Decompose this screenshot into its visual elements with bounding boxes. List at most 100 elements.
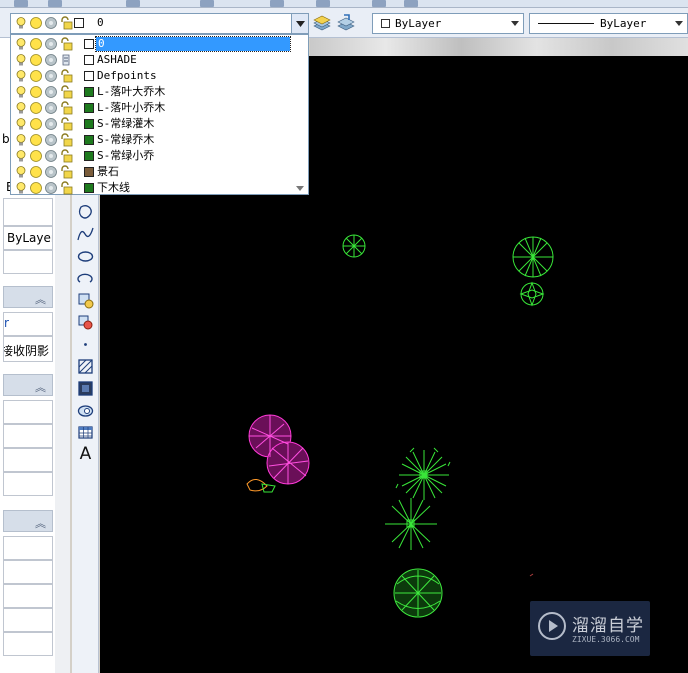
layer-color-swatch[interactable] xyxy=(84,39,94,49)
scrollbar[interactable] xyxy=(293,35,308,194)
toolbar-button[interactable] xyxy=(372,0,386,7)
property-row[interactable] xyxy=(3,448,53,472)
ellipse-icon[interactable] xyxy=(76,247,95,266)
sun-icon[interactable] xyxy=(29,165,43,179)
property-row[interactable] xyxy=(3,424,53,448)
property-row-shadow[interactable]: 接收阴影 xyxy=(3,336,53,362)
lock-icon[interactable] xyxy=(59,117,73,131)
layer-list-item[interactable]: L-落叶大乔木 xyxy=(11,84,293,100)
layer-list-item[interactable]: S-常绿小乔 xyxy=(11,148,293,164)
gradient-icon[interactable] xyxy=(76,379,95,398)
sun-icon[interactable] xyxy=(29,181,43,195)
sun-icon[interactable] xyxy=(29,69,43,83)
table-icon[interactable] xyxy=(76,423,95,442)
lock-icon[interactable] xyxy=(59,69,73,83)
collapse-chevron-icon[interactable]: ︽ xyxy=(35,291,46,307)
sun-icon[interactable] xyxy=(29,37,43,51)
color-dropdown[interactable]: ByLayer xyxy=(372,13,524,34)
layer-list-item[interactable]: S-常绿灌木 xyxy=(11,116,293,132)
region-icon[interactable] xyxy=(76,203,95,222)
property-row[interactable] xyxy=(3,250,53,274)
property-row[interactable]: r xyxy=(3,312,53,336)
layer-list-item[interactable]: S-常绿乔木 xyxy=(11,132,293,148)
lightbulb-icon[interactable] xyxy=(14,181,28,195)
section-header-misc[interactable]: ︽ xyxy=(3,510,53,532)
layer-color-swatch[interactable] xyxy=(84,135,94,145)
make-current-layer-icon[interactable] xyxy=(312,13,332,33)
toolbar-button[interactable] xyxy=(270,0,284,7)
freeze-icon[interactable] xyxy=(44,133,58,147)
point-icon[interactable] xyxy=(76,335,95,354)
toolbar-button[interactable] xyxy=(14,0,28,7)
freeze-icon[interactable] xyxy=(44,69,58,83)
property-row[interactable] xyxy=(3,198,53,226)
lock-icon[interactable] xyxy=(59,181,73,195)
lock-icon[interactable] xyxy=(59,101,73,115)
toolbar-button[interactable] xyxy=(48,0,62,7)
plot-icon[interactable] xyxy=(59,53,73,67)
lock-icon[interactable] xyxy=(59,149,73,163)
layer-list-item[interactable]: L-落叶小乔木 xyxy=(11,100,293,116)
layer-color-swatch[interactable] xyxy=(84,71,94,81)
layer-color-swatch[interactable] xyxy=(84,151,94,161)
layer-list-item[interactable]: 0 xyxy=(11,36,293,52)
layer-dropdown[interactable]: 0 xyxy=(10,13,309,34)
scroll-down-arrow-icon[interactable] xyxy=(296,186,304,191)
property-row[interactable] xyxy=(3,584,53,608)
text-icon[interactable]: A xyxy=(76,445,95,464)
freeze-icon[interactable] xyxy=(44,165,58,179)
lightbulb-icon[interactable] xyxy=(14,69,28,83)
sun-icon[interactable] xyxy=(29,53,43,67)
lightbulb-icon[interactable] xyxy=(14,133,28,147)
section-header-geometry[interactable]: ︽ xyxy=(3,374,53,396)
property-row[interactable] xyxy=(3,472,53,496)
lightbulb-icon[interactable] xyxy=(14,37,28,51)
lightbulb-icon[interactable] xyxy=(14,85,28,99)
layer-list-item[interactable]: 景石 xyxy=(11,164,293,180)
freeze-icon[interactable] xyxy=(44,85,58,99)
layer-color-swatch[interactable] xyxy=(84,119,94,129)
sun-icon[interactable] xyxy=(29,149,43,163)
chevron-down-icon[interactable] xyxy=(675,21,683,26)
lightbulb-icon[interactable] xyxy=(14,53,28,67)
layer-color-swatch[interactable] xyxy=(84,183,94,193)
freeze-icon[interactable] xyxy=(44,181,58,195)
property-row-linetype[interactable]: ByLayer xyxy=(3,226,53,250)
lock-icon[interactable] xyxy=(59,37,73,51)
freeze-icon[interactable] xyxy=(44,149,58,163)
property-row[interactable] xyxy=(3,536,53,560)
property-row[interactable] xyxy=(3,400,53,424)
lightbulb-icon[interactable] xyxy=(14,117,28,131)
lightbulb-icon[interactable] xyxy=(14,165,28,179)
layer-list-item[interactable]: ASHADE xyxy=(11,52,293,68)
linetype-dropdown[interactable]: ByLayer xyxy=(529,13,688,34)
lock-icon[interactable] xyxy=(59,85,73,99)
layer-list-item[interactable]: 下木线 xyxy=(11,180,293,196)
sun-icon[interactable] xyxy=(29,85,43,99)
sun-icon[interactable] xyxy=(29,101,43,115)
spline-icon[interactable] xyxy=(76,225,95,244)
lightbulb-icon[interactable] xyxy=(14,101,28,115)
property-row[interactable] xyxy=(3,560,53,584)
toolbar-button[interactable] xyxy=(126,0,140,7)
lock-icon[interactable] xyxy=(59,165,73,179)
lock-icon[interactable] xyxy=(59,133,73,147)
insert-block-icon[interactable] xyxy=(76,291,95,310)
collapse-chevron-icon[interactable]: ︽ xyxy=(35,515,46,531)
sun-icon[interactable] xyxy=(29,133,43,147)
layer-color-swatch[interactable] xyxy=(84,103,94,113)
toolbar-button[interactable] xyxy=(316,0,330,7)
property-row[interactable] xyxy=(3,608,53,632)
layer-dropdown-list[interactable]: 0 ASHADE Defpoints L-落叶大乔木 L-落叶小乔木 S-常绿灌木 S-常绿… xyxy=(10,34,309,195)
freeze-icon[interactable] xyxy=(44,117,58,131)
layer-color-swatch[interactable] xyxy=(84,167,94,177)
layer-color-swatch[interactable] xyxy=(84,87,94,97)
lightbulb-icon[interactable] xyxy=(14,149,28,163)
section-header-3d[interactable]: ︽ xyxy=(3,286,53,308)
sun-icon[interactable] xyxy=(29,117,43,131)
freeze-icon[interactable] xyxy=(44,53,58,67)
layer-color-swatch[interactable] xyxy=(84,55,94,65)
freeze-icon[interactable] xyxy=(44,37,58,51)
ellipse-arc-icon[interactable] xyxy=(76,269,95,288)
layer-previous-icon[interactable] xyxy=(336,13,356,33)
